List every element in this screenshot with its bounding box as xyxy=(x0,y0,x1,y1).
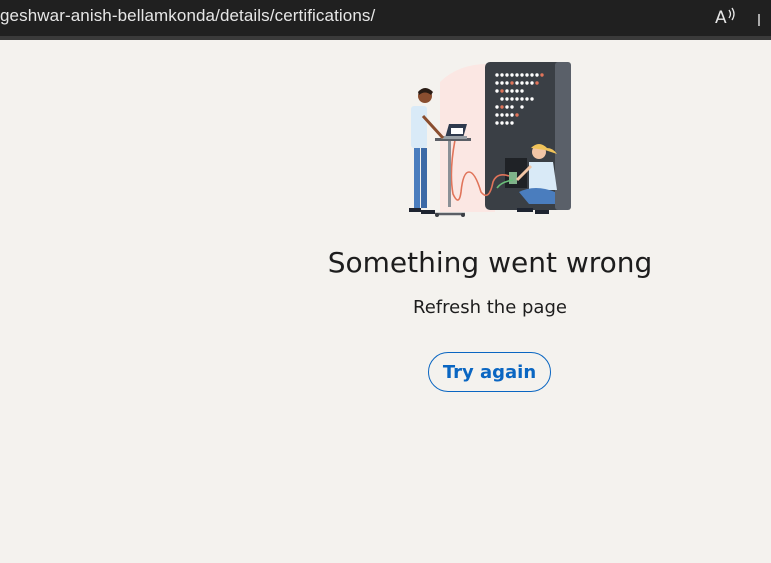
error-page: Something went wrong Refresh the page Tr… xyxy=(0,40,771,563)
read-aloud-icon[interactable]: A xyxy=(714,6,738,28)
error-subtitle: Refresh the page xyxy=(413,297,567,318)
try-again-button[interactable]: Try again xyxy=(428,352,551,392)
error-title: Something went wrong xyxy=(327,246,653,279)
svg-text:A: A xyxy=(715,8,727,28)
address-bar-url[interactable]: geshwar-anish-bellamkonda/details/certif… xyxy=(0,6,375,26)
browser-address-bar: geshwar-anish-bellamkonda/details/certif… xyxy=(0,0,771,36)
server-room-illustration xyxy=(409,62,571,217)
overflow-menu-icon[interactable] xyxy=(756,8,771,28)
